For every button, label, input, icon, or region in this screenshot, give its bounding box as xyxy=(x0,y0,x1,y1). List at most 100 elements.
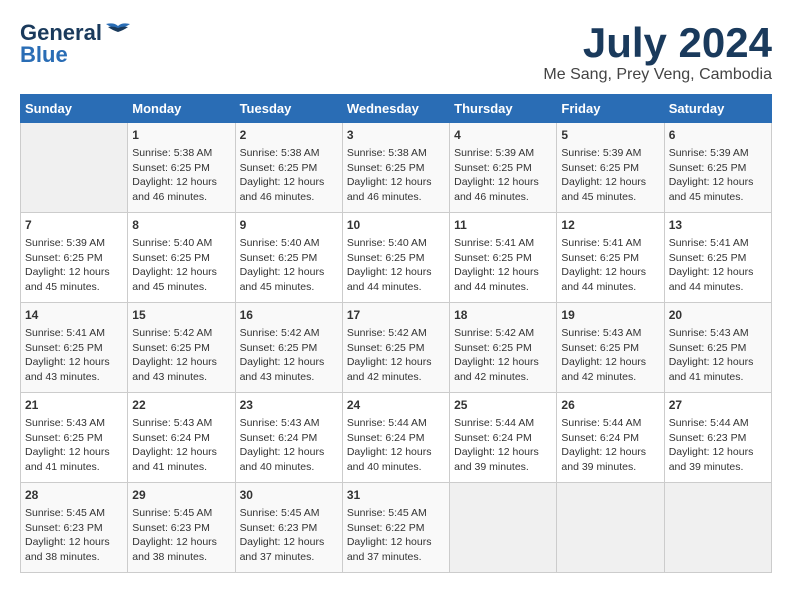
day-info-line: and 46 minutes. xyxy=(454,190,552,205)
calendar-table: SundayMondayTuesdayWednesdayThursdayFrid… xyxy=(20,94,772,573)
day-info-line: Sunset: 6:25 PM xyxy=(454,161,552,176)
weekday-header-friday: Friday xyxy=(557,95,664,123)
day-number: 11 xyxy=(454,217,552,234)
day-info-line: Daylight: 12 hours xyxy=(561,265,659,280)
day-number: 25 xyxy=(454,397,552,414)
day-info-line: Daylight: 12 hours xyxy=(25,535,123,550)
day-info-line: Sunrise: 5:40 AM xyxy=(347,236,445,251)
day-info-line: Daylight: 12 hours xyxy=(132,175,230,190)
day-info-line: and 41 minutes. xyxy=(132,460,230,475)
day-info-line: Daylight: 12 hours xyxy=(454,355,552,370)
day-info-line: and 40 minutes. xyxy=(347,460,445,475)
day-info-line: Daylight: 12 hours xyxy=(561,445,659,460)
weekday-header-tuesday: Tuesday xyxy=(235,95,342,123)
day-info-line: and 39 minutes. xyxy=(454,460,552,475)
day-info-line: Sunrise: 5:44 AM xyxy=(561,416,659,431)
day-info-line: Daylight: 12 hours xyxy=(132,265,230,280)
day-info-line: and 45 minutes. xyxy=(561,190,659,205)
day-info-line: and 44 minutes. xyxy=(561,280,659,295)
day-info-line: Sunrise: 5:45 AM xyxy=(347,506,445,521)
calendar-cell: 4Sunrise: 5:39 AMSunset: 6:25 PMDaylight… xyxy=(450,123,557,213)
calendar-cell: 7Sunrise: 5:39 AMSunset: 6:25 PMDaylight… xyxy=(21,213,128,303)
day-info-line: Sunset: 6:25 PM xyxy=(454,341,552,356)
day-info-line: and 44 minutes. xyxy=(347,280,445,295)
day-info-line: Sunrise: 5:44 AM xyxy=(669,416,767,431)
weekday-header-saturday: Saturday xyxy=(664,95,771,123)
day-number: 2 xyxy=(240,127,338,144)
day-info-line: Sunrise: 5:39 AM xyxy=(561,146,659,161)
calendar-cell xyxy=(664,483,771,573)
day-info-line: Sunrise: 5:38 AM xyxy=(132,146,230,161)
day-number: 22 xyxy=(132,397,230,414)
calendar-cell: 30Sunrise: 5:45 AMSunset: 6:23 PMDayligh… xyxy=(235,483,342,573)
day-info-line: Sunset: 6:25 PM xyxy=(669,341,767,356)
day-info-line: Sunrise: 5:43 AM xyxy=(561,326,659,341)
day-info-line: and 40 minutes. xyxy=(240,460,338,475)
title-section: July 2024 Me Sang, Prey Veng, Cambodia xyxy=(543,20,772,84)
calendar-cell: 8Sunrise: 5:40 AMSunset: 6:25 PMDaylight… xyxy=(128,213,235,303)
day-info-line: Sunrise: 5:40 AM xyxy=(132,236,230,251)
day-info-line: Daylight: 12 hours xyxy=(347,175,445,190)
day-info-line: Daylight: 12 hours xyxy=(240,445,338,460)
day-info-line: and 43 minutes. xyxy=(132,370,230,385)
day-info-line: Sunset: 6:22 PM xyxy=(347,521,445,536)
day-info-line: Sunrise: 5:42 AM xyxy=(132,326,230,341)
page-header: General Blue July 2024 Me Sang, Prey Ven… xyxy=(20,20,772,84)
calendar-cell: 18Sunrise: 5:42 AMSunset: 6:25 PMDayligh… xyxy=(450,303,557,393)
day-info-line: Sunrise: 5:41 AM xyxy=(25,326,123,341)
day-number: 29 xyxy=(132,487,230,504)
calendar-cell: 3Sunrise: 5:38 AMSunset: 6:25 PMDaylight… xyxy=(342,123,449,213)
day-number: 6 xyxy=(669,127,767,144)
logo: General Blue xyxy=(20,20,132,68)
logo-bird-icon xyxy=(104,22,132,40)
day-info-line: Sunset: 6:25 PM xyxy=(669,251,767,266)
calendar-cell: 9Sunrise: 5:40 AMSunset: 6:25 PMDaylight… xyxy=(235,213,342,303)
calendar-cell: 6Sunrise: 5:39 AMSunset: 6:25 PMDaylight… xyxy=(664,123,771,213)
day-info-line: Sunrise: 5:45 AM xyxy=(240,506,338,521)
day-info-line: and 42 minutes. xyxy=(454,370,552,385)
calendar-week-row: 7Sunrise: 5:39 AMSunset: 6:25 PMDaylight… xyxy=(21,213,772,303)
calendar-cell: 22Sunrise: 5:43 AMSunset: 6:24 PMDayligh… xyxy=(128,393,235,483)
day-info-line: Daylight: 12 hours xyxy=(240,535,338,550)
day-info-line: and 45 minutes. xyxy=(240,280,338,295)
day-number: 19 xyxy=(561,307,659,324)
day-info-line: Sunset: 6:24 PM xyxy=(347,431,445,446)
day-info-line: and 42 minutes. xyxy=(347,370,445,385)
day-info-line: Daylight: 12 hours xyxy=(347,445,445,460)
weekday-header-wednesday: Wednesday xyxy=(342,95,449,123)
day-info-line: Sunset: 6:25 PM xyxy=(25,251,123,266)
day-info-line: Daylight: 12 hours xyxy=(454,265,552,280)
day-number: 26 xyxy=(561,397,659,414)
day-info-line: Sunset: 6:25 PM xyxy=(561,161,659,176)
day-info-line: Sunset: 6:25 PM xyxy=(132,161,230,176)
calendar-cell: 25Sunrise: 5:44 AMSunset: 6:24 PMDayligh… xyxy=(450,393,557,483)
day-info-line: Daylight: 12 hours xyxy=(132,445,230,460)
day-info-line: Sunrise: 5:39 AM xyxy=(669,146,767,161)
day-number: 31 xyxy=(347,487,445,504)
calendar-cell: 14Sunrise: 5:41 AMSunset: 6:25 PMDayligh… xyxy=(21,303,128,393)
month-title: July 2024 xyxy=(543,20,772,66)
day-info-line: Daylight: 12 hours xyxy=(561,175,659,190)
day-info-line: Sunset: 6:25 PM xyxy=(347,341,445,356)
day-number: 13 xyxy=(669,217,767,234)
day-info-line: Daylight: 12 hours xyxy=(347,535,445,550)
day-info-line: Sunset: 6:23 PM xyxy=(240,521,338,536)
day-info-line: Sunset: 6:25 PM xyxy=(132,341,230,356)
day-info-line: Daylight: 12 hours xyxy=(240,265,338,280)
day-info-line: Sunrise: 5:42 AM xyxy=(454,326,552,341)
day-info-line: Daylight: 12 hours xyxy=(454,445,552,460)
day-info-line: and 43 minutes. xyxy=(240,370,338,385)
day-info-line: Daylight: 12 hours xyxy=(669,445,767,460)
day-info-line: Sunrise: 5:41 AM xyxy=(454,236,552,251)
day-number: 1 xyxy=(132,127,230,144)
day-number: 12 xyxy=(561,217,659,234)
calendar-cell: 12Sunrise: 5:41 AMSunset: 6:25 PMDayligh… xyxy=(557,213,664,303)
day-info-line: Sunset: 6:24 PM xyxy=(454,431,552,446)
day-info-line: Daylight: 12 hours xyxy=(25,265,123,280)
day-info-line: and 46 minutes. xyxy=(347,190,445,205)
day-info-line: Daylight: 12 hours xyxy=(240,355,338,370)
day-number: 3 xyxy=(347,127,445,144)
day-number: 14 xyxy=(25,307,123,324)
day-info-line: Sunrise: 5:43 AM xyxy=(669,326,767,341)
location-subtitle: Me Sang, Prey Veng, Cambodia xyxy=(543,66,772,84)
